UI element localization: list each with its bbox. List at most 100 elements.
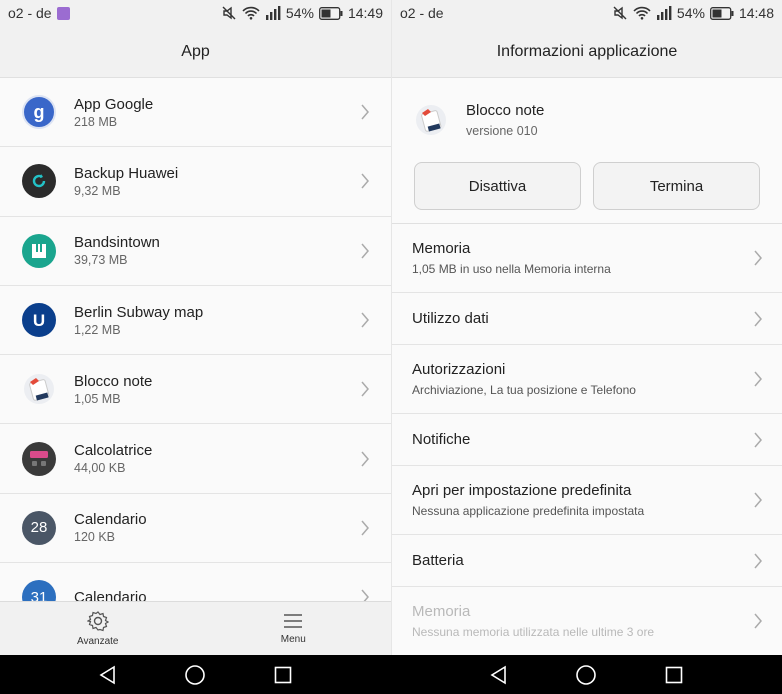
setting-memory: Memoria Nessuna memoria utilizzata nelle… [392,587,782,655]
chevron-right-icon [355,587,375,602]
setting-subtitle: Archiviazione, La tua posizione e Telefo… [412,383,636,397]
battery-icon [710,6,734,20]
settings-list: Memoria 1,05 MB in uso nella Memoria int… [392,224,782,655]
recents-icon [274,666,292,683]
setting-title: Memoria [412,603,471,620]
recents-button[interactable] [662,663,686,687]
app-name: Blocco note [74,372,153,390]
setting-title: Apri per impostazione predefinita [412,482,632,499]
svg-text:U: U [33,311,45,330]
chevron-right-icon [355,379,375,399]
chevron-right-icon [355,310,375,330]
app-name: Blocco note [466,102,545,119]
chevron-right-icon [748,430,768,450]
home-button[interactable] [574,663,598,687]
chevron-right-icon [748,309,768,329]
app-size: 218 MB [74,114,118,129]
calendar-blue-icon: 31 [22,580,56,602]
mute-icon [221,5,237,21]
app-header: Blocco note versione 010 [392,78,782,162]
mute-icon [612,5,628,21]
signal-icon [265,6,281,20]
app-row-app-google[interactable]: g App Google 218 MB [0,78,391,148]
setting-title: Notifiche [412,431,471,448]
nav-group-left [0,655,391,694]
setting-title: Autorizzazioni [412,361,506,378]
chevron-right-icon [748,248,768,268]
chevron-right-icon [355,171,375,191]
message-notification-icon [56,6,70,20]
stop-button[interactable]: Termina [593,162,760,210]
setting-permissions[interactable]: Autorizzazioni Archiviazione, La tua pos… [392,345,782,414]
setting-title: Memoria [412,240,471,257]
subway-icon: U [22,303,56,338]
app-name: Calcolatrice [74,442,153,460]
home-button[interactable] [183,663,207,687]
clock: 14:49 [347,5,383,21]
signal-icon [656,6,672,20]
chevron-right-icon [748,490,768,510]
app-name: Calendario [74,588,147,602]
app-list[interactable]: g App Google 218 MB Backup Huawei 9,32 M… [0,78,391,602]
chevron-right-icon [748,551,768,571]
app-size: 1,22 MB [74,322,121,337]
svg-text:g: g [34,102,45,122]
app-row-berlin-subway[interactable]: U Berlin Subway map 1,22 MB [0,285,391,356]
app-list-screen: o2 - de 54% 14:49 App g App Google 218 M… [0,0,391,655]
app-name: Berlin Subway map [74,303,204,321]
app-row-blocco-note[interactable]: Blocco note 1,05 MB [0,355,391,425]
back-button[interactable] [96,663,120,687]
chevron-right-icon [355,518,375,538]
menu-label: Menu [280,634,306,645]
advanced-label: Avanzate [76,636,119,647]
page-title: Informazioni applicazione [392,26,782,78]
back-icon [99,665,115,684]
app-row-bandsintown[interactable]: Bandsintown 39,73 MB [0,216,391,286]
app-size: 39,73 MB [74,253,128,268]
app-row-backup-huawei[interactable]: Backup Huawei 9,32 MB [0,147,391,217]
calendar-icon: 28 [22,510,56,545]
app-row-calcolatrice[interactable]: Calcolatrice 44,00 KB [0,424,391,494]
setting-open-by-default[interactable]: Apri per impostazione predefinita Nessun… [392,466,782,535]
nav-group-right [391,655,782,694]
app-row-calendario[interactable]: 28 Calendario 120 KB [0,493,391,564]
app-name: App Google [74,95,154,113]
setting-data-usage[interactable]: Utilizzo dati [392,293,782,345]
chevron-right-icon [748,369,768,389]
setting-title: Utilizzo dati [412,310,489,327]
notepad-icon [414,103,448,137]
app-size: 9,32 MB [74,183,121,198]
disable-button[interactable]: Disattiva [414,162,581,210]
back-icon [490,665,506,684]
advanced-button[interactable]: Avanzate [0,602,196,655]
page-title: App [0,26,391,78]
setting-subtitle: Nessuna memoria utilizzata nelle ultime … [412,625,655,639]
clock: 14:48 [738,5,774,21]
app-size: 120 KB [74,530,116,545]
app-row-calendario-2[interactable]: 31 Calendario [0,563,391,602]
recents-button[interactable] [271,663,295,687]
carrier-label: o2 - de [8,5,52,21]
chevron-right-icon [355,102,375,122]
notepad-icon [22,372,56,406]
app-version: versione 010 [466,124,538,138]
google-icon: g [22,95,56,130]
setting-storage[interactable]: Memoria 1,05 MB in uso nella Memoria int… [392,224,782,293]
menu-icon [284,614,303,628]
setting-battery[interactable]: Batteria [392,535,782,587]
menu-button[interactable]: Menu [196,602,392,655]
backup-icon [22,164,56,199]
status-bar: o2 - de 54% 14:48 [392,0,782,26]
setting-notifications[interactable]: Notifiche [392,414,782,466]
chevron-right-icon [355,241,375,261]
home-icon [576,664,597,685]
setting-title: Batteria [412,552,464,569]
calendar-icon-day: 28 [30,519,48,537]
bottom-toolbar: Avanzate Menu [0,601,391,655]
app-size: 1,05 MB [74,391,121,406]
home-icon [185,664,206,685]
setting-subtitle: 1,05 MB in uso nella Memoria interna [412,262,611,276]
back-button[interactable] [487,663,511,687]
carrier-label: o2 - de [400,5,444,21]
app-name: Backup Huawei [74,164,179,182]
